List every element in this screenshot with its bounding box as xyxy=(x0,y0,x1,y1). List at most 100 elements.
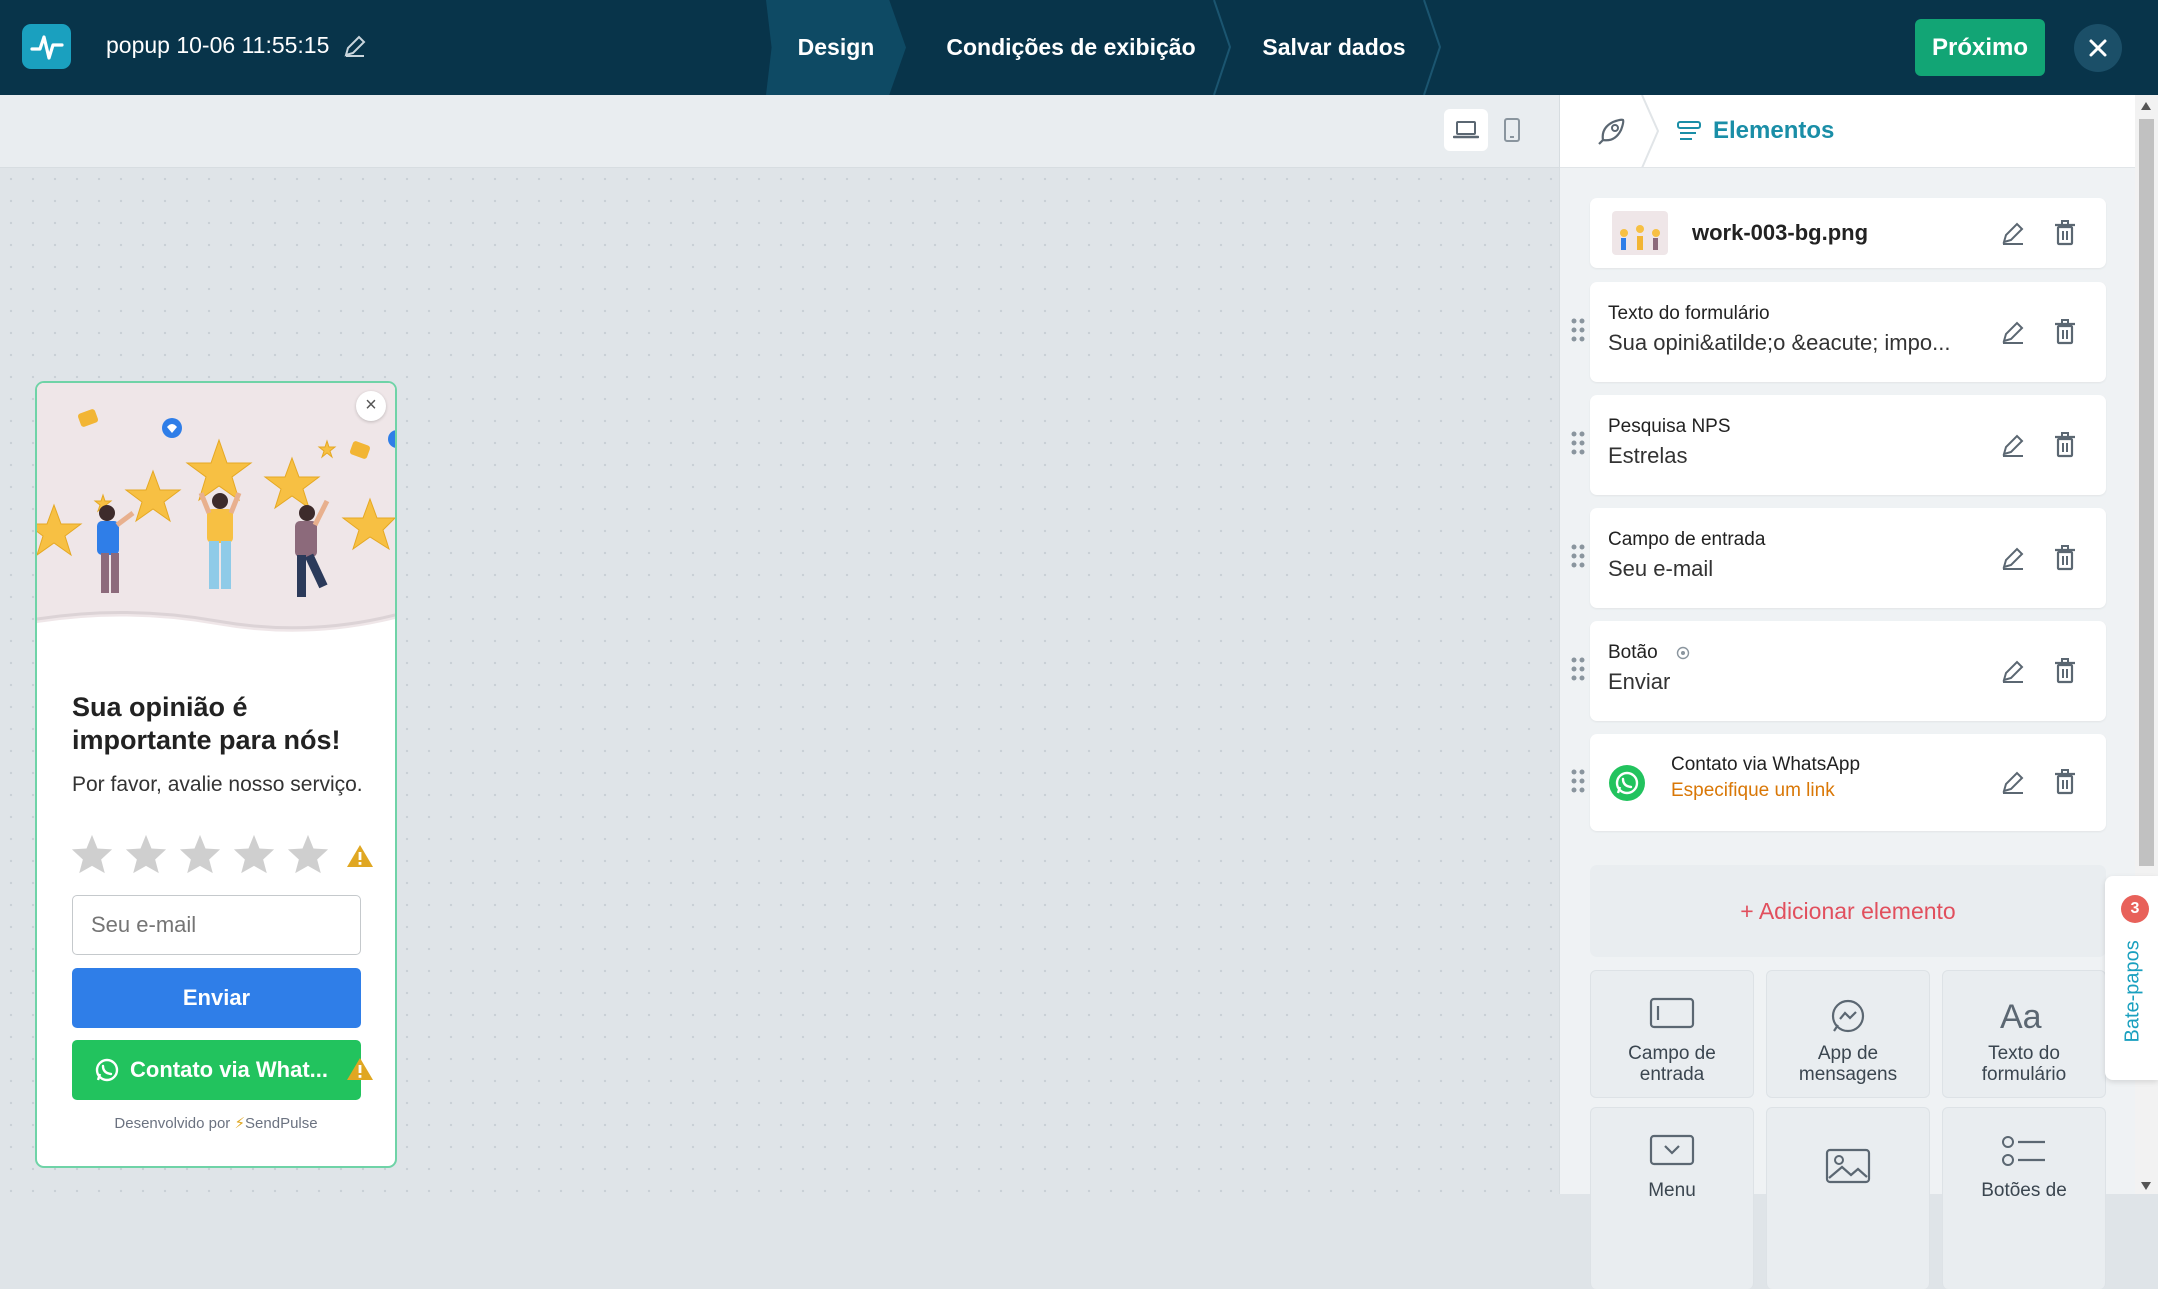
pencil-icon[interactable] xyxy=(342,33,368,59)
panel-title: Elementos xyxy=(1713,117,1835,144)
step-separator xyxy=(1423,0,1442,95)
next-button[interactable]: Próximo xyxy=(1915,19,2045,76)
tile-input-field[interactable]: Campo de entrada xyxy=(1590,970,1754,1098)
element-card-image[interactable]: work-003-bg.png xyxy=(1590,198,2106,268)
popup-preview[interactable]: × Sua opinião é importante para nós! Por… xyxy=(35,381,397,1168)
edit-icon[interactable] xyxy=(2000,319,2026,345)
email-field[interactable] xyxy=(72,895,361,955)
drag-handle-icon[interactable] xyxy=(1569,655,1587,683)
powered-by-prefix: Desenvolvido por xyxy=(114,1115,231,1132)
trash-icon[interactable] xyxy=(2052,219,2078,247)
tile-label: mensagens xyxy=(1798,1064,1898,1085)
image-thumbnail xyxy=(1612,211,1668,255)
desktop-view-button[interactable] xyxy=(1444,109,1488,151)
element-card-nps[interactable]: Pesquisa NPS Estrelas xyxy=(1590,395,2106,495)
element-card-form-text[interactable]: Texto do formulário Sua opini&atilde;o &… xyxy=(1590,282,2106,382)
send-button[interactable]: Enviar xyxy=(72,968,361,1028)
element-value: Estrelas xyxy=(1608,443,1688,468)
chats-label[interactable]: Bate-papos xyxy=(2122,940,2145,1042)
trash-icon[interactable] xyxy=(2052,544,2078,572)
drag-handle-icon[interactable] xyxy=(1569,542,1587,570)
laptop-icon xyxy=(1453,121,1479,139)
drag-handle-icon[interactable] xyxy=(1569,316,1587,344)
phone-icon xyxy=(1504,118,1520,142)
svg-text:Aa: Aa xyxy=(2000,998,2042,1033)
info-icon[interactable] xyxy=(1676,646,1690,660)
edit-icon[interactable] xyxy=(2000,432,2026,458)
tile-label: App de xyxy=(1817,1043,1879,1064)
trash-icon[interactable] xyxy=(2052,431,2078,459)
menu-icon xyxy=(1649,1134,1695,1166)
element-card-button[interactable]: Botão Enviar xyxy=(1590,621,2106,721)
tile-form-text[interactable]: Aa Texto do formulário xyxy=(1942,970,2106,1098)
pulse-icon xyxy=(29,34,64,60)
scroll-up-icon[interactable] xyxy=(2140,101,2152,111)
image-element-name: work-003-bg.png xyxy=(1692,220,1869,245)
edit-icon[interactable] xyxy=(2000,220,2026,246)
whatsapp-button-label: Contato via What... xyxy=(130,1057,328,1082)
tab-save-data[interactable]: Salvar dados xyxy=(1236,0,1432,95)
element-value: Sua opini&atilde;o &eacute; impo... xyxy=(1608,330,1951,355)
rocket-icon[interactable] xyxy=(1595,116,1627,148)
powered-by[interactable]: Desenvolvido por ⚡SendPulse xyxy=(37,1114,395,1132)
element-warning-value: Especifique um link xyxy=(1671,780,1835,801)
tile-messenger-app[interactable]: App de mensagens xyxy=(1766,970,1930,1098)
scrollbar-thumb[interactable] xyxy=(2139,119,2154,866)
popup-title: popup 10-06 11:55:15 xyxy=(106,32,330,58)
chats-count-badge: 3 xyxy=(2121,895,2149,923)
star-icon[interactable] xyxy=(124,833,168,875)
star-icon[interactable] xyxy=(232,833,276,875)
close-editor-button[interactable] xyxy=(2074,24,2122,72)
rating-illustration xyxy=(37,383,395,645)
element-label: Botão xyxy=(1608,642,1658,663)
element-card-input[interactable]: Campo de entrada Seu e-mail xyxy=(1590,508,2106,608)
panel-header: Elementos xyxy=(1560,95,2136,168)
text-icon: Aa xyxy=(2000,998,2042,1033)
breadcrumb-separator xyxy=(1641,95,1660,168)
edit-icon[interactable] xyxy=(2000,769,2026,795)
drag-handle-icon[interactable] xyxy=(1569,767,1587,795)
tile-label: Texto do xyxy=(1988,1043,2060,1064)
popup-subtitle: Por favor, avalie nosso serviço. xyxy=(72,773,363,796)
add-element-button[interactable]: + Adicionar elemento xyxy=(1590,865,2106,957)
element-value: Enviar xyxy=(1608,669,1671,694)
element-label: Contato via WhatsApp xyxy=(1671,754,1861,775)
star-icon[interactable] xyxy=(178,833,222,875)
lightning-icon: ⚡ xyxy=(234,1115,246,1132)
tile-choice-buttons[interactable]: Botões de xyxy=(1942,1107,2106,1289)
tab-display-conditions[interactable]: Condições de exibição xyxy=(906,0,1236,95)
input-field-icon xyxy=(1649,997,1695,1029)
canvas-toolbar xyxy=(0,95,1559,168)
whatsapp-icon xyxy=(1609,765,1645,801)
edit-icon[interactable] xyxy=(2000,545,2026,571)
trash-icon[interactable] xyxy=(2052,318,2078,346)
element-value: Seu e-mail xyxy=(1608,556,1714,581)
app-logo[interactable] xyxy=(22,24,71,69)
tile-menu[interactable]: Menu xyxy=(1590,1107,1754,1289)
star-icon[interactable] xyxy=(286,833,330,875)
tile-label: entrada xyxy=(1639,1064,1705,1085)
scroll-down-icon[interactable] xyxy=(2140,1181,2152,1191)
top-bar: popup 10-06 11:55:15 Design Condições de… xyxy=(0,0,2158,95)
popup-close-button[interactable]: × xyxy=(356,391,386,421)
element-label: Campo de entrada xyxy=(1608,529,1766,550)
image-icon xyxy=(1825,1148,1871,1184)
mobile-view-button[interactable] xyxy=(1490,109,1534,151)
close-icon xyxy=(2089,39,2107,57)
popup-heading: Sua opinião é importante para nós! xyxy=(72,692,341,755)
whatsapp-button[interactable]: Contato via What... xyxy=(72,1040,361,1100)
popup-illustration: × xyxy=(37,383,395,645)
trash-icon[interactable] xyxy=(2052,768,2078,796)
tile-label: Menu xyxy=(1648,1180,1696,1201)
tile-label: Campo de xyxy=(1628,1043,1716,1064)
tab-design[interactable]: Design xyxy=(766,0,906,95)
step-separator xyxy=(1213,0,1232,95)
trash-icon[interactable] xyxy=(2052,657,2078,685)
star-icon[interactable] xyxy=(70,833,114,875)
drag-handle-icon[interactable] xyxy=(1569,429,1587,457)
element-card-whatsapp[interactable]: Contato via WhatsApp Especifique um link xyxy=(1590,734,2106,831)
tile-image[interactable] xyxy=(1766,1107,1930,1289)
elements-icon xyxy=(1677,121,1701,140)
edit-icon[interactable] xyxy=(2000,658,2026,684)
star-rating[interactable] xyxy=(70,833,330,875)
